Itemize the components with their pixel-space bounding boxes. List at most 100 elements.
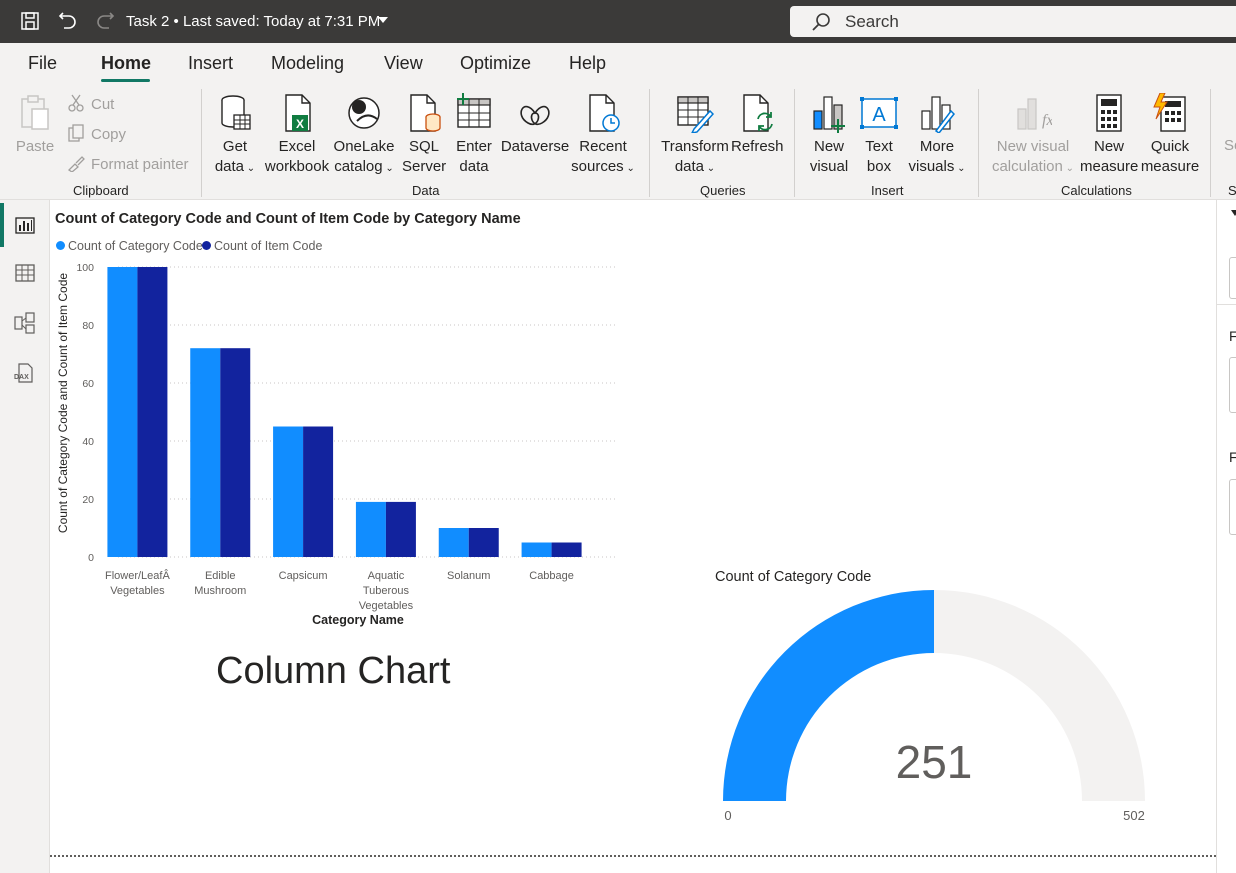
transform-data-button[interactable]: Transform data ⌄ — [660, 93, 730, 179]
new-visual-button[interactable]: New visual — [807, 93, 851, 177]
chevron-down-icon[interactable] — [378, 17, 388, 23]
dataverse-button[interactable]: Dataverse — [500, 93, 570, 157]
chevron-down-icon: ⌄ — [244, 163, 256, 174]
gauge-title: Count of Category Code — [715, 569, 872, 585]
table-view-button[interactable] — [0, 251, 50, 295]
cut-button[interactable]: Cut — [67, 94, 114, 113]
report-view-button[interactable] — [0, 203, 50, 247]
more-visuals-button[interactable]: More visuals ⌄ — [906, 93, 968, 179]
more-visuals-label-2: visuals — [908, 158, 955, 175]
column-chart[interactable]: 0 20 40 60 80 100 Flower/LeafÂ Vegetables Edible… — [50, 255, 630, 635]
enter-data-label-1: Enter — [456, 138, 492, 155]
recent-label-2: sources — [571, 158, 624, 175]
calculator-icon — [1096, 94, 1122, 132]
chevron-down-icon: ⌄ — [1062, 163, 1075, 174]
x-tick-label: Edible — [205, 570, 236, 582]
bar — [107, 267, 138, 557]
tab-home[interactable]: Home — [101, 53, 151, 74]
tab-help[interactable]: Help — [569, 53, 606, 74]
x-tick-label: Capsicum — [279, 570, 328, 582]
sql-server-button[interactable]: SQL Server — [402, 93, 446, 177]
pane-label-2: F — [1229, 449, 1236, 465]
tab-view[interactable]: View — [384, 53, 423, 74]
scissors-icon — [68, 94, 84, 112]
tab-modeling[interactable]: Modeling — [271, 53, 344, 74]
gauge-value: 251 — [896, 736, 973, 788]
chevron-down-icon: ⌄ — [623, 163, 635, 174]
pane-field-well-1[interactable] — [1229, 357, 1236, 413]
model-view-icon — [14, 312, 35, 334]
search-input[interactable]: Search — [790, 6, 1236, 37]
excel-workbook-button[interactable]: X Excel workbook — [262, 93, 332, 177]
new-measure-label-1: New — [1093, 138, 1124, 155]
paste-button[interactable]: Paste — [14, 93, 56, 157]
document-title[interactable]: Task 2 • Last saved: Today at 7:31 PM — [126, 13, 380, 30]
legend-item-item-code[interactable]: Count of Item Code — [202, 239, 322, 253]
y-tick-label: 100 — [76, 262, 94, 274]
enter-data-button[interactable]: Enter data — [453, 93, 495, 177]
svg-text:DAX: DAX — [14, 374, 29, 381]
tab-file[interactable]: File — [28, 53, 57, 74]
legend-item-category-code[interactable]: Count of Category Code — [56, 239, 203, 253]
redo-icon[interactable] — [94, 10, 116, 32]
legend-swatch — [202, 241, 211, 250]
refresh-icon — [743, 94, 773, 132]
group-separator — [978, 89, 979, 197]
bar — [521, 542, 552, 557]
chevron-down-icon[interactable] — [1231, 210, 1236, 216]
pane-field-well-2[interactable] — [1229, 479, 1236, 535]
text-box-button[interactable]: A Text box — [857, 93, 901, 177]
enter-data-label-2: data — [459, 158, 489, 175]
menu-bar: File Home Insert Modeling View Optimize … — [0, 43, 1236, 83]
dax-query-view-button[interactable]: DAX — [0, 351, 50, 395]
quick-measure-label-1: Quick — [1150, 138, 1190, 155]
onelake-label-1: OneLake — [333, 138, 395, 155]
dax-query-icon: DAX — [14, 363, 33, 383]
dataverse-icon — [520, 105, 550, 126]
database-icon — [221, 95, 251, 130]
format-painter-button[interactable]: Format painter — [67, 154, 189, 173]
copy-label: Copy — [91, 126, 127, 143]
new-visual-calculation-button[interactable]: fx New visual calculation ⌄ — [988, 93, 1078, 179]
copy-button[interactable]: Copy — [67, 124, 126, 143]
get-data-button[interactable]: Get data ⌄ — [213, 93, 257, 179]
pane-divider — [1217, 304, 1236, 305]
new-measure-button[interactable]: New measure — [1080, 93, 1138, 177]
more-visuals-label-1: More — [919, 138, 955, 155]
search-placeholder: Search — [845, 12, 899, 31]
group-separator — [649, 89, 650, 197]
pane-input[interactable] — [1229, 257, 1236, 299]
tab-optimize[interactable]: Optimize — [460, 53, 531, 74]
bar — [551, 542, 582, 557]
undo-icon[interactable] — [57, 10, 79, 32]
refresh-button[interactable]: Refresh — [731, 93, 784, 157]
new-visual-calc-label-2: calculation — [991, 158, 1063, 175]
model-view-button[interactable] — [0, 301, 50, 345]
overflow-partial-label: Se — [1224, 137, 1236, 154]
text-box-icon: A — [860, 97, 898, 129]
canvas-bottom-border — [50, 855, 1216, 857]
active-view-indicator — [0, 203, 4, 247]
x-tick-label: Vegetables — [110, 585, 165, 597]
recent-label-1: Recent — [579, 138, 627, 155]
recent-sources-button[interactable]: Recent sources ⌄ — [570, 93, 636, 179]
gauge-chart[interactable]: 251 0 502 — [715, 585, 1155, 830]
group-separator — [1210, 89, 1211, 197]
onelake-catalog-button[interactable]: OneLake catalog ⌄ — [333, 93, 395, 179]
bar — [137, 267, 168, 557]
save-icon[interactable] — [19, 10, 41, 32]
caption-text: Column Chart — [216, 650, 451, 692]
bar — [385, 501, 416, 557]
more-visuals-icon — [921, 96, 956, 133]
bar — [190, 348, 221, 557]
tab-insert[interactable]: Insert — [188, 53, 233, 74]
excel-icon: X — [285, 94, 311, 132]
chevron-down-icon: ⌄ — [382, 163, 394, 174]
quick-measure-button[interactable]: Quick measure — [1140, 93, 1200, 177]
x-tick-label: Vegetables — [359, 600, 414, 612]
new-visual-label-2: visual — [809, 158, 849, 175]
x-tick-label: Cabbage — [529, 570, 574, 582]
search-icon — [812, 13, 830, 31]
right-pane: F F — [1216, 200, 1236, 873]
group-separator — [201, 89, 202, 197]
